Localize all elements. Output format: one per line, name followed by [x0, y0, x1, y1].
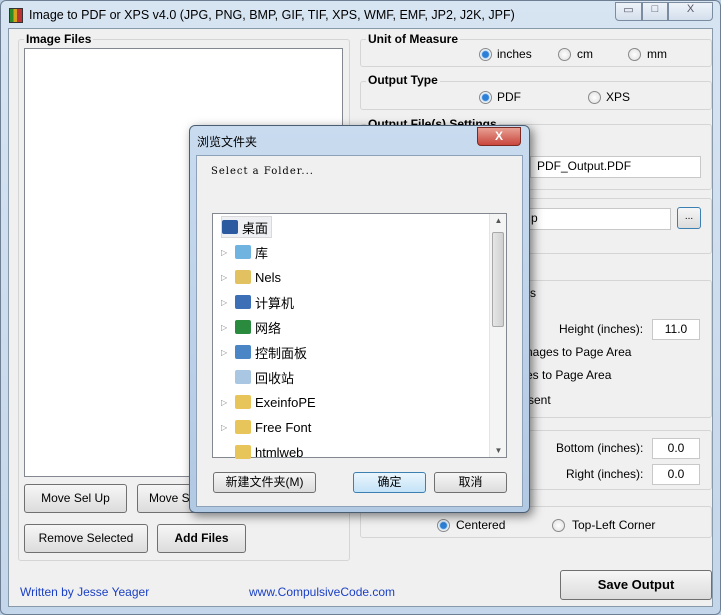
add-files-button[interactable]: Add Files — [157, 524, 246, 553]
radio-xps[interactable] — [588, 91, 601, 104]
author-link[interactable]: Written by Jesse Yeager — [20, 585, 149, 599]
tree-item-label: Nels — [255, 269, 282, 285]
folder-icon — [235, 420, 251, 434]
centered-label: Centered — [456, 518, 506, 532]
website-link[interactable]: www.CompulsiveCode.com — [249, 585, 395, 599]
tree-item-label: 库 — [255, 245, 269, 261]
tree-item-label: 控制面板 — [255, 345, 308, 361]
radio-inches[interactable] — [479, 48, 492, 61]
bottom-field[interactable]: 0.0 — [652, 438, 700, 459]
maximize-button[interactable]: □ — [642, 2, 668, 21]
bottom-label: Bottom (inches): — [556, 441, 644, 455]
tree-item-label: 桌面 — [242, 220, 269, 236]
expand-icon[interactable]: ▷ — [221, 323, 231, 332]
right-field[interactable]: 0.0 — [652, 464, 700, 485]
minimize-button[interactable]: ▭ — [615, 2, 642, 21]
inches-label: inches — [497, 47, 532, 61]
user-folder-icon — [235, 270, 251, 284]
folder-icon — [235, 395, 251, 409]
tree-item-label: ExeinfoPE — [255, 394, 316, 410]
tree-item[interactable]: ▷ 库 — [221, 241, 268, 263]
height-field[interactable]: 11.0 — [652, 319, 700, 340]
library-icon — [235, 245, 251, 259]
tree-scrollbar[interactable]: ▲ ▼ — [489, 214, 506, 457]
remove-selected-button[interactable]: Remove Selected — [24, 524, 148, 553]
tree-item[interactable]: ▷ 控制面板 — [221, 341, 307, 363]
right-label: Right (inches): — [566, 467, 644, 481]
network-icon — [235, 320, 251, 334]
browse-folder-dialog: 浏览文件夹 X Select a Folder... ▲ ▼ 桌面 ▷ 库 ▷ Nels… — [189, 125, 530, 513]
ok-button[interactable]: 确定 — [353, 472, 426, 493]
expand-icon[interactable]: ▷ — [221, 273, 231, 282]
tree-item-label: 回收站 — [255, 370, 295, 386]
desktop-icon — [222, 220, 238, 234]
fit-option-3[interactable]: sent — [528, 393, 551, 407]
cancel-button[interactable]: 取消 — [434, 472, 507, 493]
dialog-panel: Select a Folder... ▲ ▼ 桌面 ▷ 库 ▷ Nels ▷ 计算机 ▷ 网络 ▷… — [196, 155, 523, 507]
top-left-label: Top-Left Corner — [572, 518, 656, 532]
radio-top-left[interactable] — [552, 519, 565, 532]
unit-label: Unit of Measure — [366, 32, 461, 46]
scroll-up-icon[interactable]: ▲ — [490, 216, 507, 225]
radio-mm[interactable] — [628, 48, 641, 61]
expand-icon[interactable]: ▷ — [221, 398, 231, 407]
dialog-prompt: Select a Folder... — [211, 166, 314, 177]
output-filename-field[interactable]: PDF_Output.PDF — [530, 156, 701, 178]
tree-item[interactable]: 回收站 — [221, 366, 294, 388]
dialog-close-button[interactable]: X — [477, 127, 521, 146]
radio-centered[interactable] — [437, 519, 450, 532]
folder-icon — [235, 445, 251, 459]
new-folder-button[interactable]: 新建文件夹(M) — [213, 472, 316, 493]
tree-item[interactable]: ▷ 网络 — [221, 316, 281, 338]
tree-item-label: 计算机 — [255, 295, 295, 311]
tree-item[interactable]: ▷ Free Font — [221, 416, 311, 438]
save-output-button[interactable]: Save Output — [560, 570, 712, 600]
tree-item[interactable]: htmlweb — [221, 441, 303, 463]
expand-icon[interactable]: ▷ — [221, 348, 231, 357]
page-size-label: s — [530, 286, 536, 300]
radio-pdf[interactable] — [479, 91, 492, 104]
tree-item[interactable]: ▷ Nels — [221, 266, 281, 288]
fit-option-1[interactable]: nages to Page Area — [526, 345, 631, 359]
close-button[interactable]: X — [668, 2, 713, 21]
cm-label: cm — [577, 47, 593, 61]
window-title: Image to PDF or XPS v4.0 (JPG, PNG, BMP,… — [29, 8, 515, 22]
expand-icon[interactable]: ▷ — [221, 423, 231, 432]
control-panel-icon — [235, 345, 251, 359]
expand-icon[interactable]: ▷ — [221, 298, 231, 307]
scroll-down-icon[interactable]: ▼ — [490, 446, 507, 455]
height-label: Height (inches): — [559, 322, 644, 336]
xps-label: XPS — [606, 90, 631, 104]
browse-folder-button[interactable]: ... — [677, 207, 701, 229]
tree-item[interactable]: ▷ 计算机 — [221, 291, 294, 313]
computer-icon — [235, 295, 251, 309]
radio-cm[interactable] — [558, 48, 571, 61]
tree-item-label: Free Font — [255, 419, 312, 435]
recycle-bin-icon — [235, 370, 251, 384]
mm-label: mm — [647, 47, 667, 61]
scroll-thumb[interactable] — [492, 232, 504, 327]
output-type-label: Output Type — [366, 73, 440, 87]
output-folder-field[interactable]: p — [520, 208, 671, 230]
image-files-label: Image Files — [24, 32, 94, 46]
folder-tree[interactable]: ▲ ▼ 桌面 ▷ 库 ▷ Nels ▷ 计算机 ▷ 网络 ▷ 控制面板 回收站 ▷ ExeinfoPE ▷ F… — [212, 213, 507, 460]
tree-item-label: htmlweb — [255, 444, 304, 460]
move-sel-up-button[interactable]: Move Sel Up — [24, 484, 127, 513]
app-icon — [9, 8, 23, 23]
tree-item[interactable]: ▷ ExeinfoPE — [221, 391, 316, 413]
pdf-label: PDF — [497, 90, 521, 104]
expand-icon[interactable]: ▷ — [221, 248, 231, 257]
dialog-title: 浏览文件夹 — [197, 135, 258, 149]
tree-item[interactable]: 桌面 — [221, 216, 273, 238]
fit-option-2[interactable]: es to Page Area — [526, 368, 611, 382]
tree-item-label: 网络 — [255, 320, 282, 336]
